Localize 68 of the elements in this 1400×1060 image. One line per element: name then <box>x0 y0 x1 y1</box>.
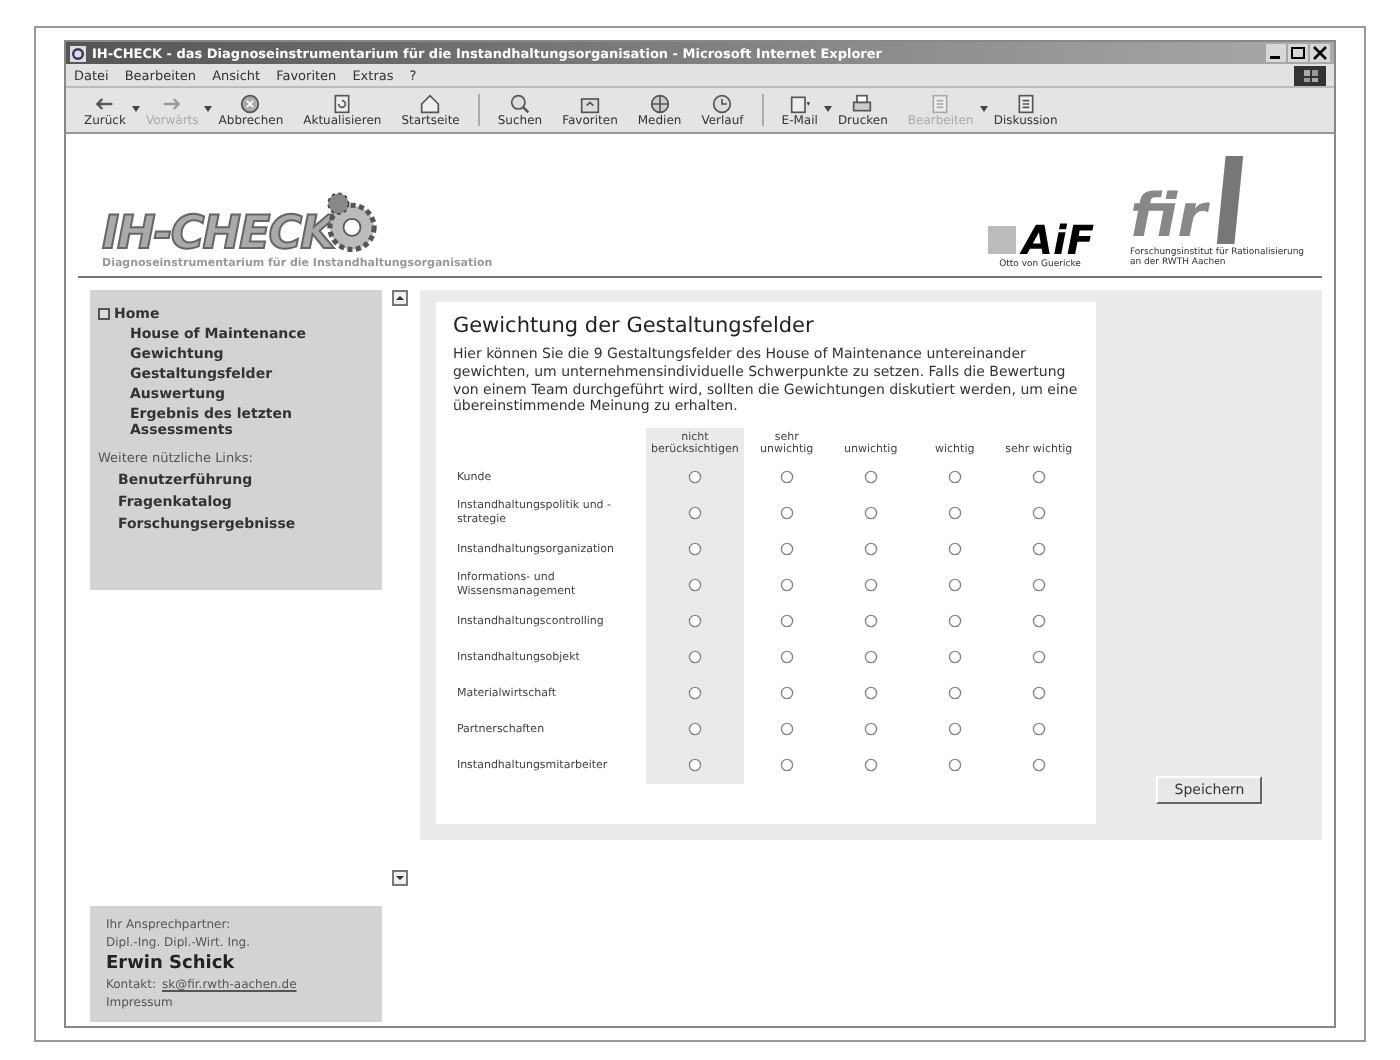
radio-button[interactable] <box>687 577 702 591</box>
radio-button[interactable] <box>1031 721 1046 735</box>
refresh-icon <box>330 93 355 113</box>
radio-button[interactable] <box>863 577 878 591</box>
radio-button[interactable] <box>1031 541 1046 555</box>
radio-button[interactable] <box>863 505 878 519</box>
radio-button[interactable] <box>1031 469 1046 483</box>
radio-button[interactable] <box>687 649 702 663</box>
scroll-up-button[interactable] <box>392 290 409 306</box>
stop-icon <box>238 93 263 113</box>
radio-button[interactable] <box>687 721 702 735</box>
radio-button[interactable] <box>779 649 794 663</box>
radio-button[interactable] <box>863 649 878 663</box>
radio-button[interactable] <box>1031 613 1046 627</box>
globe-icon <box>647 93 672 113</box>
left-arrow-icon <box>92 93 117 113</box>
printer-icon <box>850 93 875 113</box>
radio-button[interactable] <box>947 613 962 627</box>
scroll-down-button[interactable] <box>392 870 409 886</box>
radio-button[interactable] <box>687 541 702 555</box>
contact-name: Erwin Schick <box>106 954 237 974</box>
radio-button[interactable] <box>947 505 962 519</box>
radio-button[interactable] <box>687 469 702 483</box>
radio-button[interactable] <box>779 685 794 699</box>
square-bullet-icon <box>98 308 110 320</box>
radio-button[interactable] <box>779 541 794 555</box>
radio-button[interactable] <box>687 685 702 699</box>
radio-button[interactable] <box>863 721 878 735</box>
document-icon <box>928 93 953 113</box>
radio-button[interactable] <box>779 505 794 519</box>
radio-button[interactable] <box>863 541 878 555</box>
radio-button[interactable] <box>779 721 794 735</box>
search-icon <box>507 93 532 113</box>
logo-text: AiF <box>1022 220 1094 260</box>
radio-button[interactable] <box>1031 577 1046 591</box>
radio-button[interactable] <box>947 685 962 699</box>
radio-button[interactable] <box>947 541 962 555</box>
radio-button[interactable] <box>779 577 794 591</box>
radio-button[interactable] <box>947 757 962 771</box>
document-icon <box>1013 93 1038 113</box>
radio-button[interactable] <box>779 757 794 771</box>
radio-button[interactable] <box>779 469 794 483</box>
radio-button[interactable] <box>947 721 962 735</box>
logo-text: IH-CHECK <box>102 212 334 258</box>
house-icon <box>418 93 443 113</box>
close-button[interactable] <box>1310 44 1330 62</box>
radio-button[interactable] <box>947 469 962 483</box>
radio-button[interactable] <box>947 649 962 663</box>
right-arrow-icon <box>160 93 185 113</box>
radio-button[interactable] <box>947 577 962 591</box>
history-icon <box>710 93 735 113</box>
radio-button[interactable] <box>863 469 878 483</box>
page-heading: Gewichtung der Gestaltungsfelder <box>452 314 816 338</box>
radio-button[interactable] <box>1031 505 1046 519</box>
radio-button[interactable] <box>863 757 878 771</box>
radio-button[interactable] <box>687 505 702 519</box>
radio-button[interactable] <box>1031 649 1046 663</box>
radio-button[interactable] <box>863 685 878 699</box>
radio-button[interactable] <box>687 613 702 627</box>
radio-button[interactable] <box>1031 757 1046 771</box>
radio-button[interactable] <box>1031 685 1046 699</box>
logo-text: fir <box>1130 190 1207 245</box>
square-icon <box>986 226 1018 254</box>
maximize-button[interactable] <box>1288 44 1308 62</box>
radio-button[interactable] <box>779 613 794 627</box>
minimize-button[interactable] <box>1266 44 1286 62</box>
radio-button[interactable] <box>863 613 878 627</box>
radio-button[interactable] <box>687 757 702 771</box>
